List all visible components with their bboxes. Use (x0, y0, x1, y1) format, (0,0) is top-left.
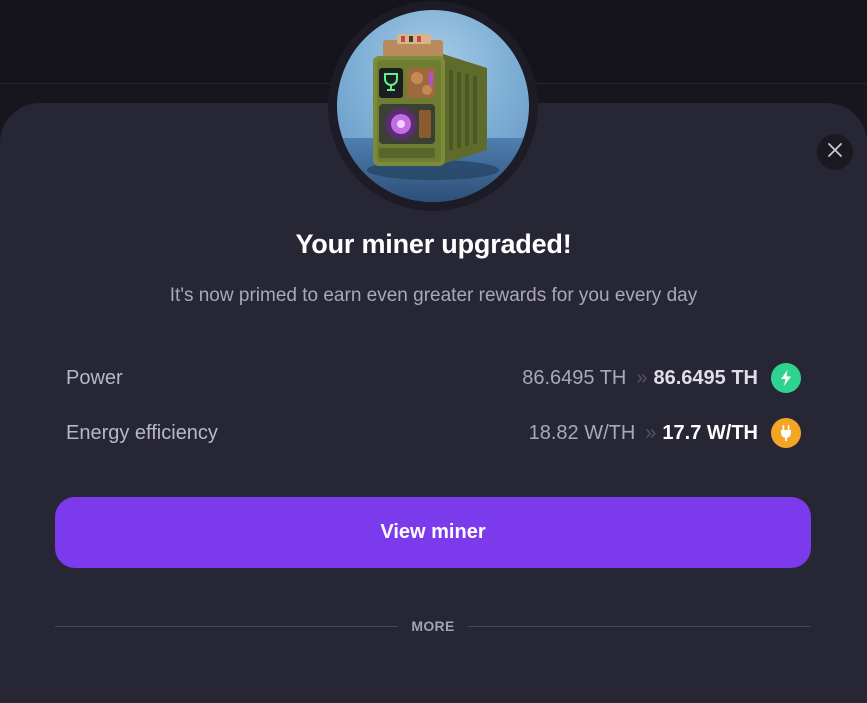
miner-image (337, 10, 529, 202)
divider-left (55, 626, 398, 627)
stat-row-power: Power 86.6495 TH » 86.6495 TH (66, 362, 801, 394)
power-old-value: 86.6495 TH (522, 366, 627, 389)
stat-values-power: 86.6495 TH » 86.6495 TH (522, 363, 801, 393)
modal-title: Your miner upgraded! (295, 229, 572, 259)
stat-label-power: Power (66, 366, 123, 389)
more-toggle[interactable]: MORE (398, 618, 468, 634)
stat-values-energy-efficiency: 18.82 W/TH » 17.7 W/TH (529, 418, 801, 448)
lightning-icon (771, 363, 801, 393)
view-miner-button[interactable]: View miner (55, 497, 811, 568)
stat-label-energy-efficiency: Energy efficiency (66, 421, 218, 444)
divider-right (468, 626, 811, 627)
efficiency-new-value: 17.7 W/TH (662, 421, 758, 444)
efficiency-old-value: 18.82 W/TH (528, 421, 636, 444)
modal-subtitle: It's now primed to earn even greater rew… (169, 285, 698, 306)
power-new-value: 86.6495 TH (653, 366, 758, 389)
close-icon (827, 142, 843, 163)
chevron-right-double-icon: » (636, 366, 647, 389)
chevron-right-double-icon: » (645, 421, 656, 444)
close-button[interactable] (817, 134, 853, 170)
plug-icon (771, 418, 801, 448)
stat-row-energy-efficiency: Energy efficiency 18.82 W/TH » 17.7 W/TH (66, 417, 801, 449)
